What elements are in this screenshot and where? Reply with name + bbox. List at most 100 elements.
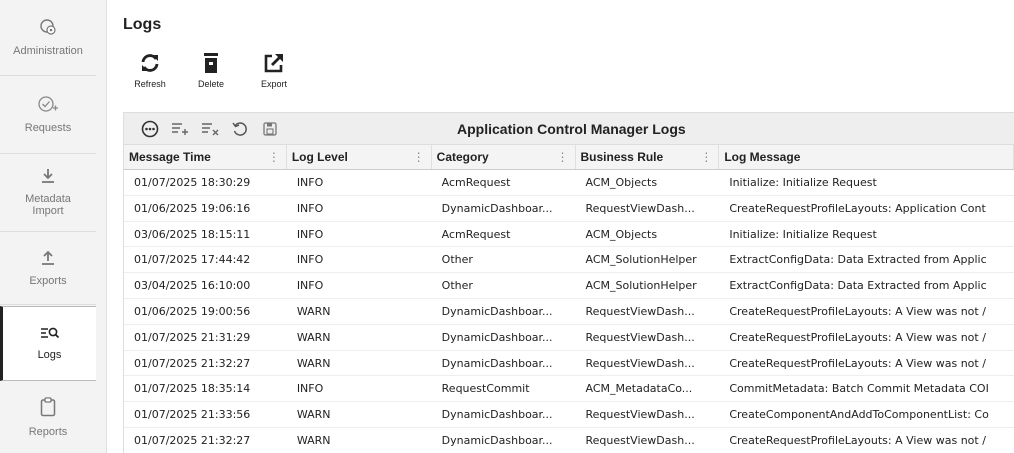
cell-log-message: CreateRequestProfileLayouts: A View was … [729,356,986,370]
cell-log-message: CreateRequestProfileLayouts: Application… [729,201,986,215]
table-row[interactable]: 01/07/2025 21:31:29 WARN DynamicDashboar..… [124,325,1014,351]
sidebar-item-label: Metadata Import [25,193,71,217]
table-row[interactable]: 01/07/2025 21:33:56 WARN DynamicDashboar..… [124,402,1014,428]
cell-message-time: 03/06/2025 18:15:11 [134,227,251,241]
cell-business-rule: RequestViewDash... [585,408,695,422]
cell-message-time: 01/07/2025 21:32:27 [134,356,251,370]
cell-business-rule: RequestViewDash... [585,330,695,344]
sidebar-item-label: Requests [24,122,72,134]
column-menu-icon[interactable]: ⋮ [700,145,712,170]
table-row[interactable]: 01/07/2025 21:32:27 WARN DynamicDashboar..… [124,428,1014,453]
cell-message-time: 01/07/2025 21:31:29 [134,330,251,344]
cell-log-level: WARN [296,330,331,344]
column-menu-icon[interactable]: ⋮ [557,145,569,170]
cell-business-rule: RequestViewDash... [585,356,695,370]
reset-icon[interactable] [230,119,250,139]
cell-business-rule: ACM_MetadataCo... [585,382,693,396]
table-row[interactable]: 03/04/2025 16:10:00 INFO Other ACM_Solution… [124,273,1014,299]
cell-business-rule: ACM_Objects [585,227,658,241]
export-icon [263,52,285,79]
cell-category: DynamicDashboar... [441,433,553,447]
cell-log-message: CreateRequestProfileLayouts: A View was … [729,304,986,318]
column-menu-icon[interactable]: ⋮ [268,145,280,170]
table-row[interactable]: 01/06/2025 19:00:56 WARN DynamicDashboar..… [124,299,1014,325]
grid-body: 01/07/2025 18:30:29 INFO AcmRequest ACM_Obj… [124,170,1014,453]
table-row[interactable]: 01/07/2025 21:32:27 WARN DynamicDashboar..… [124,351,1014,377]
export-label: Export [260,79,287,89]
cell-category: AcmRequest [441,176,511,189]
sidebar-item-metadata-import[interactable]: Metadata Import [0,154,96,232]
sidebar-item-reports[interactable]: Reports [0,382,96,453]
cell-log-message: Initialize: Initialize Request [729,176,877,189]
grid-toolbar: Application Control Manager Logs [124,113,1014,145]
table-row[interactable]: 01/06/2025 19:06:16 INFO DynamicDashboar..… [124,196,1014,222]
cell-message-time: 01/07/2025 18:35:14 [134,382,251,396]
column-header-log-level[interactable]: Log Level ⋮ [287,145,432,169]
cell-category: Other [441,253,473,267]
clear-filter-icon[interactable] [200,119,220,139]
logs-grid: Application Control Manager Logs Message… [123,112,1014,453]
column-menu-icon[interactable]: ⋮ [413,145,425,170]
cell-business-rule: RequestViewDash... [585,304,695,318]
cell-message-time: 01/07/2025 18:30:29 [134,176,251,189]
sidebar-item-label: Reports [28,426,68,438]
add-filter-icon[interactable] [170,119,190,139]
column-header-business-rule[interactable]: Business Rule ⋮ [576,145,720,169]
cell-log-level: INFO [296,176,324,189]
cell-log-level: WARN [296,304,331,318]
cell-log-level: WARN [296,433,331,447]
clipboard-icon [40,397,56,420]
sidebar-item-label: Exports [29,274,67,287]
upload-icon [41,250,55,269]
more-options-icon[interactable] [140,119,160,139]
cell-log-message: CreateComponentAndAddToComponentList: Co [729,408,989,422]
cell-category: DynamicDashboar... [441,356,553,370]
table-row[interactable]: 03/06/2025 18:15:11 INFO AcmRequest ACM_Obj… [124,222,1014,248]
cell-log-level: INFO [296,253,324,267]
column-header-message-time[interactable]: Message Time ⋮ [124,145,287,169]
cell-log-message: ExtractConfigData: Data Extracted from A… [729,253,987,267]
table-row[interactable]: 01/07/2025 17:44:42 INFO Other ACM_Solution… [124,247,1014,274]
sidebar-item-logs[interactable]: Logs [0,306,96,381]
cell-category: DynamicDashboar... [441,304,553,318]
sidebar: Administration Requests Metadata Import … [0,0,107,453]
refresh-button[interactable]: Refresh [128,52,172,89]
cell-business-rule: RequestViewDash... [585,433,695,447]
trash-icon [201,52,221,79]
delete-button[interactable]: Delete [189,52,233,89]
cell-category: DynamicDashboar... [441,201,553,215]
sidebar-item-exports[interactable]: Exports [0,232,96,305]
cell-log-level: INFO [296,227,324,241]
column-header-log-message[interactable]: Log Message [719,145,1014,169]
cell-category: DynamicDashboar... [441,408,553,422]
export-button[interactable]: Export [252,52,296,89]
check-plus-icon [38,95,58,116]
delete-label: Delete [197,79,224,89]
cell-log-message: CreateRequestProfileLayouts: A View was … [729,330,986,344]
cell-log-level: INFO [296,382,324,396]
cell-message-time: 03/04/2025 16:10:00 [134,279,251,293]
cell-category: AcmRequest [441,227,511,241]
sidebar-item-label: Logs [37,349,62,361]
cell-business-rule: RequestViewDash... [585,201,695,215]
cell-log-message: CreateRequestProfileLayouts: A View was … [729,433,986,447]
sidebar-item-administration[interactable]: Administration [0,0,96,76]
column-header-category[interactable]: Category ⋮ [432,145,576,169]
table-row[interactable]: 01/07/2025 18:35:14 INFO RequestCommit ACM_… [124,376,1014,403]
cell-message-time: 01/06/2025 19:06:16 [134,201,251,215]
page-title: Logs [123,16,162,33]
cell-business-rule: ACM_Objects [585,176,658,189]
cell-log-level: INFO [296,201,324,215]
cell-category: Other [441,279,473,293]
cell-category: DynamicDashboar... [441,330,553,344]
save-icon[interactable] [260,119,280,139]
cell-message-time: 01/07/2025 21:32:27 [134,433,251,447]
cell-log-message: Initialize: Initialize Request [729,227,877,241]
table-row[interactable]: 01/07/2025 18:30:29 INFO AcmRequest ACM_Obj… [124,170,1014,196]
refresh-label: Refresh [134,79,166,89]
cell-log-level: WARN [296,356,331,370]
sidebar-item-requests[interactable]: Requests [0,76,96,154]
log-search-icon [40,326,60,343]
grid-title: Application Control Manager Logs [457,121,686,137]
cell-business-rule: ACM_SolutionHelper [585,253,697,267]
